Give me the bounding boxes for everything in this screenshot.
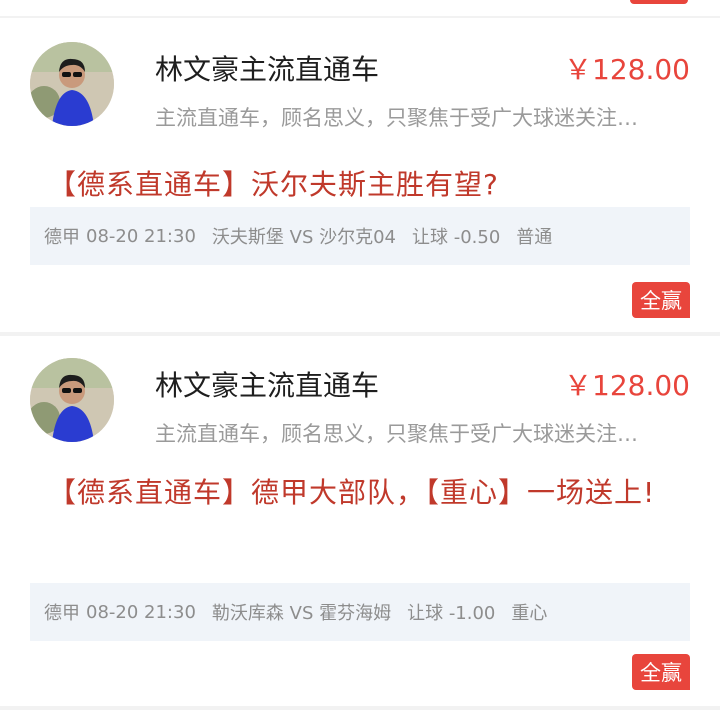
price: ￥128.00 (564, 369, 690, 402)
match-info: 德甲 08-20 21:30 沃夫斯堡 VS 沙尔克04 让球 -0.50 普通 (30, 207, 690, 265)
match-level: 普通 (516, 227, 553, 248)
match-handicap: 让球 -1.00 (407, 603, 496, 624)
match-time: 08-20 21:30 (86, 601, 196, 623)
author-avatar[interactable] (30, 42, 114, 126)
post-headline[interactable]: 【德系直通车】沃尔夫斯主胜有望? (48, 156, 688, 214)
avatar-photo-icon (30, 42, 114, 126)
author-description: 主流直通车，顾名思义，只聚焦于受广大球迷关注… (155, 422, 638, 446)
result-badge: 全赢 (632, 282, 690, 318)
author-name[interactable]: 林文豪主流直通车 (155, 364, 379, 404)
match-teams: 沃夫斯堡 VS 沙尔克04 (211, 227, 396, 248)
result-badge: 全赢 (632, 654, 690, 690)
match-league: 德甲 (44, 227, 80, 248)
author-name[interactable]: 林文豪主流直通车 (155, 48, 379, 88)
author-avatar[interactable] (30, 358, 114, 442)
match-level: 重心 (511, 603, 548, 624)
previous-result-badge (630, 0, 688, 4)
match-teams: 勒沃库森 VS 霍芬海姆 (211, 603, 392, 624)
post-card[interactable]: 林文豪主流直通车 ￥128.00 主流直通车，顾名思义，只聚焦于受广大球迷关注…… (0, 336, 720, 706)
match-time: 08-20 21:30 (86, 225, 196, 247)
post-headline[interactable]: 【德系直通车】德甲大部队，【重心】一场送上! (48, 464, 688, 522)
post-card[interactable]: 林文豪主流直通车 ￥128.00 主流直通车，顾名思义，只聚焦于受广大球迷关注…… (0, 18, 720, 332)
previous-card-edge (0, 0, 720, 16)
match-league: 德甲 (44, 603, 80, 624)
avatar-photo-icon (30, 358, 114, 442)
match-info: 德甲 08-20 21:30 勒沃库森 VS 霍芬海姆 让球 -1.00 重心 (30, 583, 690, 641)
match-handicap: 让球 -0.50 (412, 227, 501, 248)
price: ￥128.00 (564, 53, 690, 86)
author-description: 主流直通车，顾名思义，只聚焦于受广大球迷关注… (155, 106, 638, 130)
